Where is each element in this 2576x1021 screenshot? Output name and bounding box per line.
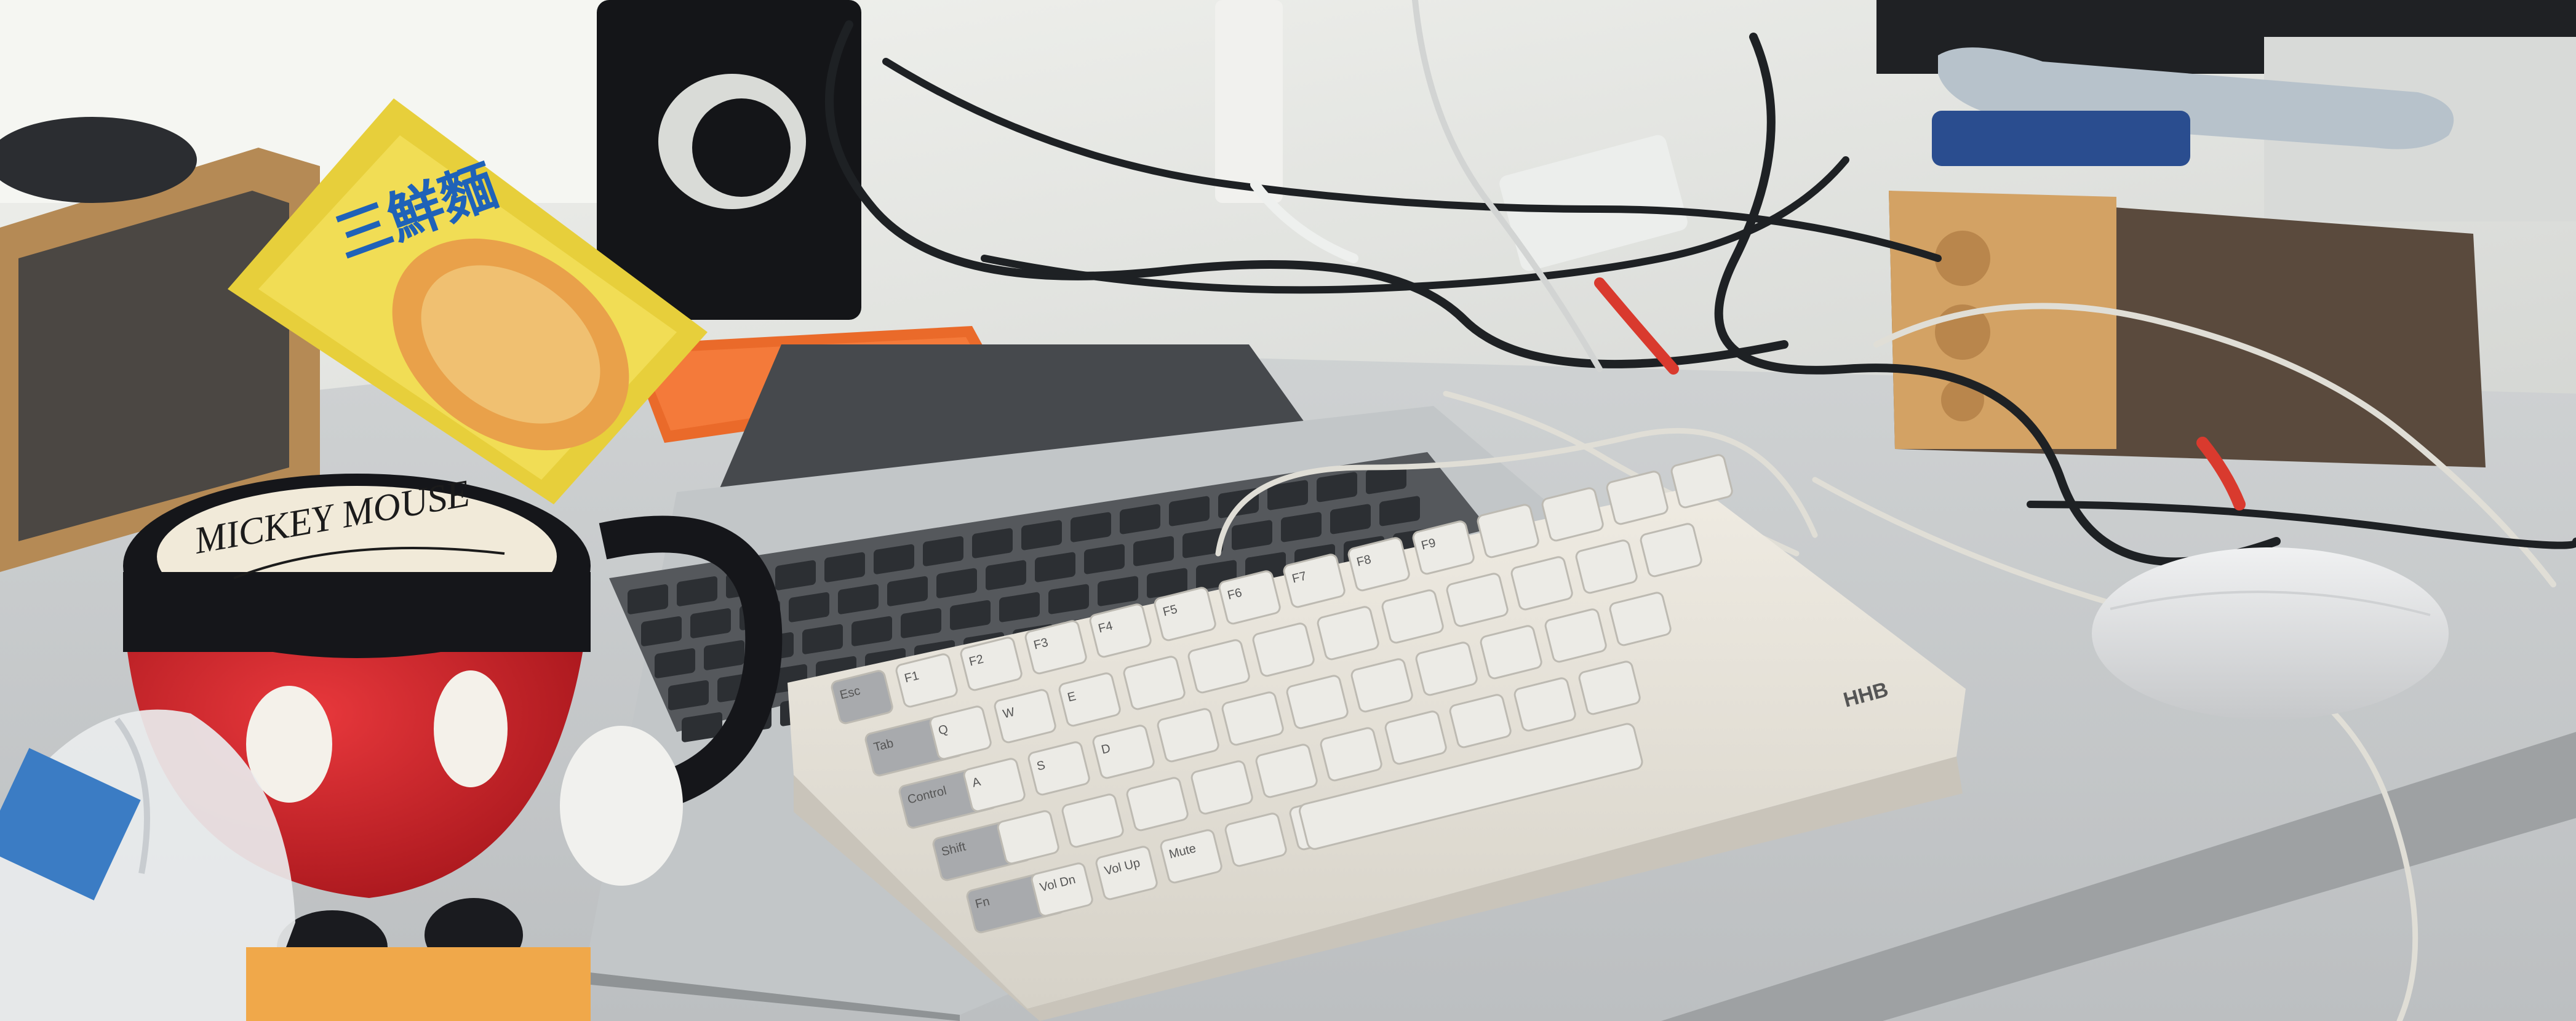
scene-svg: EscF1F2F3F4F5F6F7F8F9TabQWEControlASDShi… [0, 0, 2576, 1021]
power-adapter [1215, 0, 1283, 203]
black-speaker [597, 0, 861, 320]
orange-figure-base [246, 947, 591, 1021]
mouse [2092, 547, 2449, 720]
desk-scene: Esc F1 F2 F3 F4 F5 F6 F7 F8 F9 Tab Q W E Control A S D Shi… [0, 0, 2576, 1021]
